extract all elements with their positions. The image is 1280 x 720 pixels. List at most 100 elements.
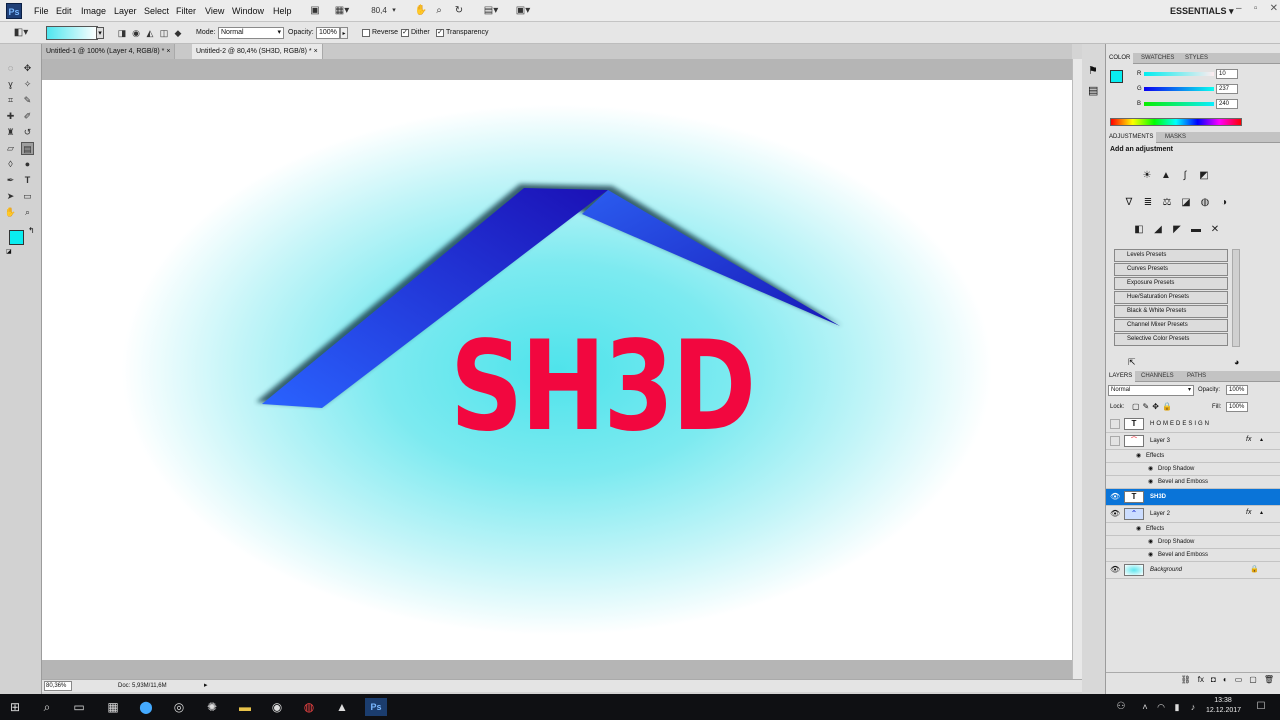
visibility-toggle[interactable] [1110,419,1120,429]
zoom-level-display[interactable]: 80,4 [368,4,390,18]
effect-visibility-icon[interactable]: ◉ [1148,478,1153,485]
screen-mode-icon[interactable]: ▣▾ [512,4,534,18]
tab-styles[interactable]: STYLES [1182,53,1211,64]
swap-colors-icon[interactable]: ↰ [28,226,35,235]
start-icon[interactable]: ⊞ [6,698,24,716]
layer-row-background[interactable]: 👁 Background 🔒 [1106,562,1280,579]
preset-curves[interactable]: Curves Presets [1114,263,1228,276]
g-value-input[interactable]: 237 [1216,84,1238,94]
gradient-preview[interactable] [46,26,98,40]
r-slider[interactable] [1144,72,1214,76]
gradient-dropdown-icon[interactable]: ▾ [96,27,104,39]
add-style-icon[interactable]: fx [1198,673,1204,686]
healing-brush-tool-icon[interactable]: ✚ [4,110,17,123]
notifications-icon[interactable]: ☐ [1252,698,1270,716]
expand-effects-icon[interactable]: ▴ [1260,509,1263,516]
transparency-checkbox[interactable]: ✓ [436,29,444,37]
vertical-scrollbar[interactable] [1072,59,1082,679]
path-selection-tool-icon[interactable]: ➤ [4,190,17,203]
mini-bridge-icon[interactable]: ▦▾ [332,4,352,18]
move-tool-icon[interactable]: ✥ [21,62,34,75]
angle-gradient-icon[interactable]: ◭ [144,26,156,40]
calculator-icon[interactable]: ▦ [104,698,122,716]
chrome-icon[interactable]: ◍ [300,698,318,716]
lasso-tool-icon[interactable]: ɣ [4,78,17,91]
color-balance-icon[interactable]: ⚖ [1160,196,1174,210]
hand-icon[interactable]: ✋ [414,4,428,18]
tab-masks[interactable]: MASKS [1162,132,1189,143]
menu-file[interactable]: File [34,4,49,18]
menu-edit[interactable]: Edit [56,4,72,18]
network-app-icon[interactable]: ✺ [203,698,221,716]
task-view-icon[interactable]: ▭ [70,698,88,716]
effects-group-row[interactable]: ◉ Effects [1106,523,1280,536]
volume-icon[interactable]: ♪ [1184,698,1202,716]
history-panel-icon[interactable]: ⚑ [1088,64,1098,77]
menu-select[interactable]: Select [144,4,169,18]
menu-view[interactable]: View [205,4,224,18]
color-ramp[interactable] [1110,118,1242,126]
history-brush-tool-icon[interactable]: ↺ [21,126,34,139]
black-white-icon[interactable]: ◪ [1179,196,1193,210]
eraser-tool-icon[interactable]: ▱ [4,142,17,155]
layer-row-homedesign[interactable]: T HOMEDESIGN [1106,416,1280,433]
reflected-gradient-icon[interactable]: ◫ [158,26,170,40]
diamond-gradient-icon[interactable]: ◆ [172,26,184,40]
gradient-map-icon[interactable]: ▬ [1189,223,1203,237]
app-icon[interactable]: ◎ [170,698,188,716]
arrange-documents-icon[interactable]: ▤▾ [480,4,502,18]
restore-icon[interactable]: ▫ [1254,3,1258,19]
minimize-icon[interactable]: – [1236,3,1242,19]
vibrance-icon[interactable]: ∇ [1122,196,1136,210]
r-value-input[interactable]: 10 [1216,69,1238,79]
channel-mixer-icon[interactable]: ◑ [1217,196,1231,210]
zoom-dropdown-icon[interactable]: ▾ [390,4,398,18]
exposure-icon[interactable]: ◩ [1197,169,1211,183]
levels-icon[interactable]: ▲ [1159,169,1173,183]
effect-bevel-emboss-row[interactable]: ◉ Bevel and Emboss [1106,476,1280,489]
preset-channel-mixer[interactable]: Channel Mixer Presets [1114,319,1228,332]
3d-rotate-tool-icon[interactable]: ✋ [4,206,17,219]
effect-bevel-emboss-row[interactable]: ◉ Bevel and Emboss [1106,549,1280,562]
expand-effects-icon[interactable]: ▴ [1260,436,1263,443]
photo-filter-icon[interactable]: ◍ [1198,196,1212,210]
photoshop-taskbar-icon[interactable]: Ps [365,698,387,716]
search-icon[interactable]: ⌕ [38,698,56,716]
workspace-switcher[interactable]: ESSENTIALS ▾ [1170,4,1234,18]
tab-swatches[interactable]: SWATCHES [1138,53,1177,64]
new-group-icon[interactable]: ▭ [1235,673,1243,686]
tab-untitled-2[interactable]: Untitled-2 @ 80,4% (SH3D, RGB/8) * × [192,44,323,59]
menu-window[interactable]: Window [232,4,264,18]
opacity-slider-toggle-icon[interactable]: ▸ [340,27,348,39]
add-mask-icon[interactable]: ◘ [1211,673,1216,686]
eyedropper-tool-icon[interactable]: ✎ [21,94,34,107]
effect-visibility-icon[interactable]: ◉ [1148,538,1153,545]
preset-exposure[interactable]: Exposure Presets [1114,277,1228,290]
adjustment-options-icon[interactable]: ◕ [1234,357,1239,367]
effect-drop-shadow-row[interactable]: ◉ Drop Shadow [1106,463,1280,476]
tab-adjustments[interactable]: ADJUSTMENTS [1106,132,1157,143]
link-layers-icon[interactable]: ⛓ [1181,673,1191,686]
crop-tool-icon[interactable]: ⌗ [4,94,17,107]
visibility-eye-icon[interactable]: 👁 [1110,565,1120,575]
tab-close-icon[interactable]: × [314,48,318,55]
zoom-percent-field[interactable]: 80,36% [44,681,72,691]
people-icon[interactable]: ⚇ [1112,698,1130,716]
presets-scrollbar[interactable] [1232,249,1240,347]
fx-icon[interactable]: fx [1246,436,1251,443]
effects-group-row[interactable]: ◉ Effects [1106,450,1280,463]
curves-icon[interactable]: ∫ [1178,169,1192,183]
maps-icon[interactable]: ⬤ [137,698,155,716]
type-tool-icon[interactable]: T [21,174,34,187]
gradient-tool-icon[interactable]: ▤ [21,142,34,155]
visibility-eye-icon[interactable]: 👁 [1110,492,1120,502]
media-app-icon[interactable]: ◉ [268,698,286,716]
linear-gradient-icon[interactable]: ◨ [116,26,128,40]
new-adjustment-icon[interactable]: ◐ [1223,673,1228,686]
marquee-tool-icon[interactable]: ◌ [4,62,17,75]
reverse-checkbox[interactable] [362,29,370,37]
posterize-icon[interactable]: ◢ [1151,223,1165,237]
layer-fill-input[interactable]: 100% [1226,402,1248,412]
opacity-input[interactable]: 100% [316,27,340,39]
visibility-eye-icon[interactable]: 👁 [1110,509,1120,519]
